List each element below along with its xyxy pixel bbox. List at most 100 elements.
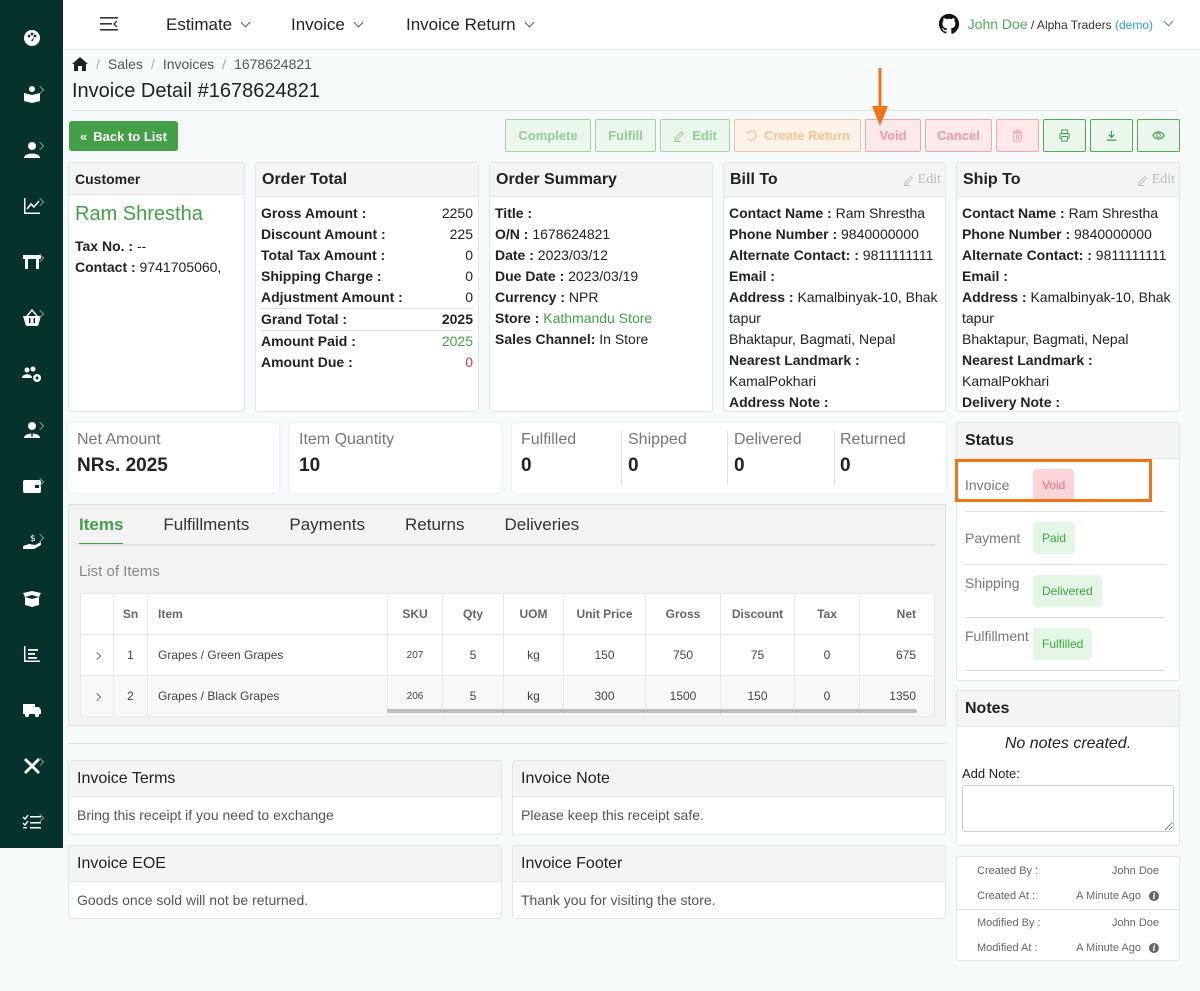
card-title: Status xyxy=(965,431,1014,449)
create-return-label: Create Return xyxy=(764,128,850,143)
horizontal-scrollbar[interactable] xyxy=(387,709,917,713)
nav-menu-label: Estimate xyxy=(166,15,233,34)
order-summary-card: Order Summary Title : O/N : 1678624821 D… xyxy=(489,162,713,412)
sidebar-item-finance[interactable] xyxy=(0,466,63,506)
sidebar-item-dashboard[interactable] xyxy=(0,18,63,58)
delete-button[interactable] xyxy=(996,119,1039,152)
table-header-row: Sn Item SKU Qty UOM Unit Price Gross Dis… xyxy=(80,593,935,635)
sidebar-item-analytics[interactable] xyxy=(0,186,63,226)
annotation-arrow-icon xyxy=(872,68,888,126)
edit-button[interactable]: Edit xyxy=(660,119,730,152)
delivered-stat: Delivered 0 xyxy=(734,431,802,476)
card-title: Invoice Note xyxy=(521,769,610,787)
row-expand-button[interactable] xyxy=(80,634,114,676)
back-to-list-label: Back to List xyxy=(93,128,167,144)
row-expand-button[interactable] xyxy=(80,675,114,717)
sidebar-item-employees[interactable] xyxy=(0,410,63,450)
invoice-eoe-text: Goods once sold will not be returned. xyxy=(77,892,309,908)
breadcrumb-current: 1678624821 xyxy=(234,56,312,72)
shipping-status-row: Shipping Delivered xyxy=(965,565,1165,618)
shipped-stat: Shipped 0 xyxy=(628,431,687,476)
list-title: List of Items xyxy=(79,563,160,580)
edit-label: Edit xyxy=(692,128,717,143)
cancel-button[interactable]: Cancel xyxy=(925,119,992,152)
complete-button[interactable]: Complete xyxy=(505,119,591,152)
sidebar-item-inventory[interactable] xyxy=(0,578,63,618)
sidebar-item-tasks[interactable] xyxy=(0,802,63,842)
ship-to-edit-link[interactable]: Edit xyxy=(1137,172,1175,188)
date-row: Date : 2023/03/12 xyxy=(495,247,608,263)
tax-amount-row: Total Tax Amount :0 xyxy=(261,247,473,263)
info-icon[interactable]: i xyxy=(1149,890,1159,901)
sidebar-item-store[interactable] xyxy=(0,242,63,282)
create-return-button[interactable]: Create Return xyxy=(734,119,861,152)
chevron-down-icon xyxy=(353,17,364,28)
nav-menu-invoice-return[interactable]: Invoice Return xyxy=(406,15,535,35)
customer-card: Customer Ram Shrestha Tax No. : -- Conta… xyxy=(68,162,245,412)
tab-fulfillments[interactable]: Fulfillments xyxy=(163,515,249,546)
open-box-icon xyxy=(22,591,41,607)
sidebar-item-customers[interactable] xyxy=(0,130,63,170)
preview-button[interactable] xyxy=(1137,119,1180,152)
sidebar-item-catalog[interactable] xyxy=(0,74,63,114)
menu-toggle-icon[interactable] xyxy=(100,15,118,33)
card-title: Bill To xyxy=(730,170,778,188)
address-line2: Bhaktapur, Bagmati, Nepal xyxy=(962,331,1129,347)
nav-menu-label: Invoice xyxy=(291,15,345,34)
add-note-input[interactable] xyxy=(962,785,1174,832)
order-number-row: O/N : 1678624821 xyxy=(495,226,611,242)
tab-deliveries[interactable]: Deliveries xyxy=(505,515,580,546)
trash-icon xyxy=(1012,129,1023,142)
payment-status-row: Payment Paid xyxy=(965,512,1165,565)
breadcrumb-invoices[interactable]: Invoices xyxy=(163,56,214,72)
download-button[interactable] xyxy=(1090,119,1133,152)
empty-notes-text: No notes created. xyxy=(1004,735,1132,752)
chevron-down-icon xyxy=(524,17,535,28)
user-org: / Alpha Traders xyxy=(1027,18,1115,32)
svg-text:$: $ xyxy=(30,534,36,544)
tab-returns[interactable]: Returns xyxy=(405,515,465,546)
discount-amount-row: Discount Amount :225 xyxy=(261,226,473,242)
adjustment-amount-row: Adjustment Amount :0 xyxy=(261,289,473,305)
breadcrumb: / Sales / Invoices / 1678624821 xyxy=(72,56,312,72)
invoice-footer-card: Invoice Footer Thank you for visiting th… xyxy=(512,845,946,919)
payment-status-badge: Paid xyxy=(1033,522,1076,554)
sidebar-item-delivery[interactable] xyxy=(0,690,63,730)
fulfilled-stat: Fulfilled 0 xyxy=(521,431,577,476)
sidebar-item-settings[interactable] xyxy=(0,746,63,786)
pencil-icon xyxy=(674,131,685,142)
annotation-highlight xyxy=(955,459,1152,502)
report-icon xyxy=(23,646,40,662)
action-toolbar: Complete Fulfill Edit Create Return Void… xyxy=(505,119,1180,152)
back-to-list-button[interactable]: « Back to List xyxy=(69,121,178,151)
breadcrumb-sales[interactable]: Sales xyxy=(108,56,143,72)
sidebar-item-team[interactable] xyxy=(0,354,63,394)
tab-payments[interactable]: Payments xyxy=(289,515,365,546)
info-icon[interactable]: i xyxy=(1149,942,1159,953)
divider xyxy=(72,110,1178,111)
store-link[interactable]: Kathmandu Store xyxy=(543,310,652,326)
card-title: Order Total xyxy=(262,170,348,188)
customer-name-link[interactable]: Ram Shrestha xyxy=(75,203,238,226)
title-row: Title : xyxy=(495,205,533,221)
bill-to-edit-link[interactable]: Edit xyxy=(903,172,941,188)
print-button[interactable] xyxy=(1043,119,1086,152)
modified-by-row: Modified By : John Doe xyxy=(977,916,1159,929)
nav-menu-invoice[interactable]: Invoice xyxy=(291,15,364,35)
tab-items[interactable]: Items xyxy=(79,515,124,546)
sidebar-item-reports[interactable] xyxy=(0,634,63,674)
team-settings-icon xyxy=(21,366,41,382)
nav-menu-estimate[interactable]: Estimate xyxy=(166,15,251,35)
home-icon[interactable] xyxy=(72,57,88,71)
contact-label: Contact : xyxy=(75,259,136,275)
tax-label: Tax No. : xyxy=(75,238,134,254)
items-table: Sn Item SKU Qty UOM Unit Price Gross Dis… xyxy=(80,593,935,717)
item-quantity-stat: Item Quantity 10 xyxy=(290,423,501,493)
user-menu[interactable]: John Doe / Alpha Traders (demo) xyxy=(938,13,1174,35)
sidebar-item-sales[interactable] xyxy=(0,298,63,338)
pencil-icon xyxy=(903,175,913,186)
amount-due-row: Amount Due :0 xyxy=(261,354,473,370)
sidebar-item-payments[interactable]: $ xyxy=(0,522,63,562)
fulfill-button[interactable]: Fulfill xyxy=(595,119,656,152)
bill-to-card: Bill To Edit Contact Name : Ram Shrestha… xyxy=(723,162,946,412)
